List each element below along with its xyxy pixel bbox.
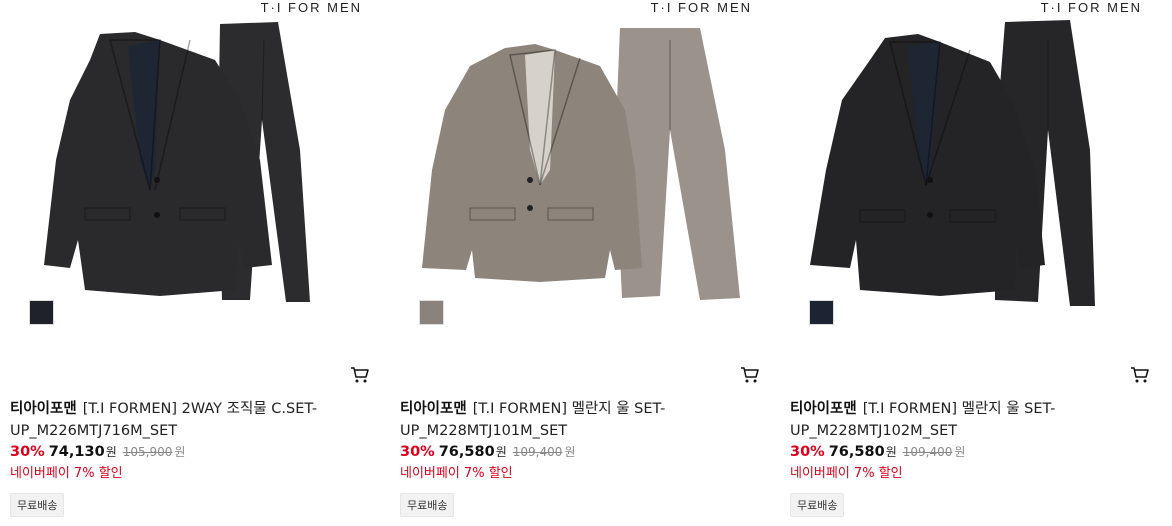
brand-watermark: T·I FOR MEN xyxy=(260,0,362,15)
product-title[interactable]: 티아이포맨 [T.I FORMEN] 멜란지 울 SET-UP_M228MTJ10… xyxy=(400,398,740,442)
price-unit: 원 xyxy=(495,445,507,459)
color-swatch[interactable] xyxy=(29,300,54,325)
discount-rate: 30% xyxy=(790,444,825,460)
product-image[interactable]: T·I FOR MEN xyxy=(400,0,760,340)
suit-illustration xyxy=(810,20,1095,306)
original-price-unit: 원 xyxy=(564,445,576,459)
cart-icon[interactable] xyxy=(740,365,760,385)
price-unit: 원 xyxy=(105,445,117,459)
product-image[interactable]: T·I FOR MEN xyxy=(790,0,1150,340)
original-price: 105,900 xyxy=(122,445,173,459)
discount-rate: 30% xyxy=(10,444,45,460)
suit-illustration xyxy=(44,22,310,302)
product-brand: 티아이포맨 xyxy=(400,401,467,417)
price-row: 30% 76,580원 109,400 원 xyxy=(790,443,965,461)
sale-price: 76,580 xyxy=(438,444,495,460)
cart-icon[interactable] xyxy=(350,365,370,385)
original-price-unit: 원 xyxy=(174,445,186,459)
price-row: 30% 76,580원 109,400 원 xyxy=(400,443,575,461)
original-price-unit: 원 xyxy=(954,445,966,459)
brand-watermark: T·I FOR MEN xyxy=(650,0,752,15)
product-card[interactable]: T·I FOR MEN 티아이포맨 [T.I FORMEN] 멜란지 울 SET-… xyxy=(790,0,1150,526)
product-brand: 티아이포맨 xyxy=(790,401,857,417)
npay-discount: 네이버페이 7% 할인 xyxy=(400,466,513,481)
sale-price: 74,130 xyxy=(48,444,105,460)
original-price: 109,400 xyxy=(512,445,563,459)
product-brand: 티아이포맨 xyxy=(10,401,77,417)
jacket-image xyxy=(422,44,642,282)
original-price: 109,400 xyxy=(902,445,953,459)
product-image[interactable]: T·I FOR MEN xyxy=(10,0,370,340)
color-swatch[interactable] xyxy=(809,300,834,325)
product-title[interactable]: 티아이포맨 [T.I FORMEN] 2WAY 조직물 C.SET-UP_M226… xyxy=(10,398,350,442)
color-swatch[interactable] xyxy=(419,300,444,325)
product-grid: T·I FOR MEN 티아이포맨 [T.I FORMEN] 2WAY 조직물 C… xyxy=(0,0,1172,526)
suit-illustration xyxy=(422,28,740,300)
price-row: 30% 74,130원 105,900 원 xyxy=(10,443,185,461)
npay-discount: 네이버페이 7% 할인 xyxy=(10,466,123,481)
npay-discount: 네이버페이 7% 할인 xyxy=(790,466,903,481)
brand-watermark: T·I FOR MEN xyxy=(1040,0,1142,15)
free-shipping-badge: 무료배송 xyxy=(10,493,65,517)
sale-price: 76,580 xyxy=(828,444,885,460)
free-shipping-badge: 무료배송 xyxy=(400,493,455,517)
discount-rate: 30% xyxy=(400,444,435,460)
price-unit: 원 xyxy=(885,445,897,459)
cart-icon[interactable] xyxy=(1130,365,1150,385)
free-shipping-badge: 무료배송 xyxy=(790,493,845,517)
product-title[interactable]: 티아이포맨 [T.I FORMEN] 멜란지 울 SET-UP_M228MTJ10… xyxy=(790,398,1130,442)
product-card[interactable]: T·I FOR MEN 티아이포맨 [T.I FORMEN] 멜란지 울 SET-… xyxy=(400,0,760,526)
product-card[interactable]: T·I FOR MEN 티아이포맨 [T.I FORMEN] 2WAY 조직물 C… xyxy=(10,0,370,526)
